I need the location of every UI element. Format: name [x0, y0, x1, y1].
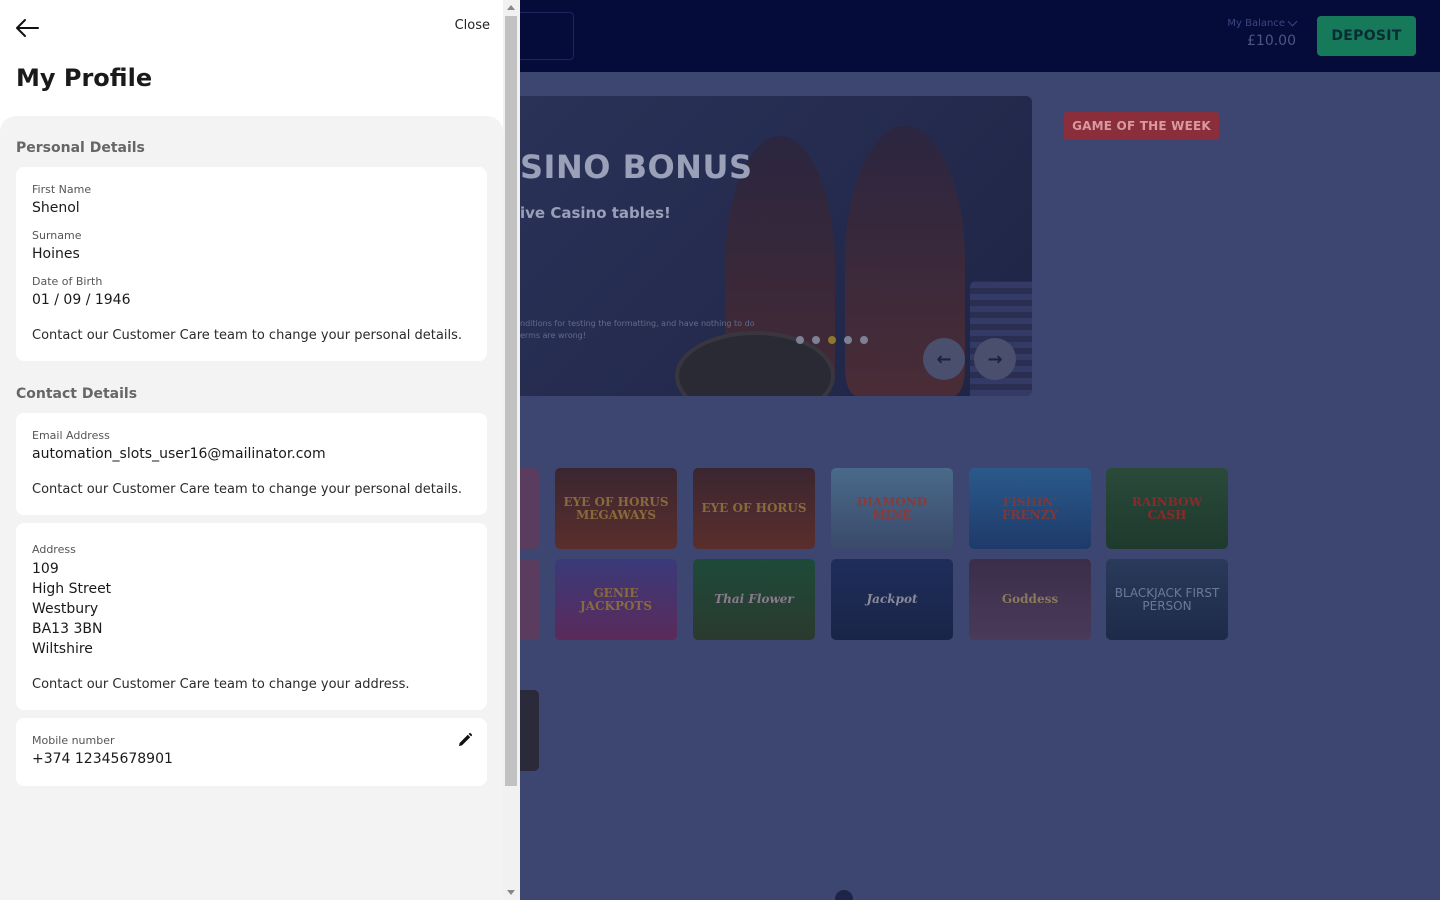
carousel-dot[interactable] — [860, 336, 868, 344]
address-line: Wiltshire — [32, 641, 93, 657]
carousel-dots — [796, 336, 868, 344]
mobile-card: Mobile number +374 12345678901 — [16, 718, 487, 786]
carousel-dot-active[interactable] — [828, 336, 836, 344]
address-line: BA13 3BN — [32, 621, 103, 637]
balance-widget[interactable]: My Balance £10.00 — [1222, 16, 1298, 49]
first-name-value: Shenol — [32, 200, 80, 216]
address-label: Address — [32, 543, 76, 556]
game-tile-label: DIAMOND MINE — [856, 494, 928, 522]
pencil-icon — [459, 732, 473, 746]
game-tile[interactable]: Thai Flower — [693, 559, 815, 640]
address-line: Westbury — [32, 601, 99, 617]
first-name-label: First Name — [32, 183, 92, 196]
game-tile[interactable]: Jackpot — [831, 559, 953, 640]
address-note: Contact our Customer Care team to change… — [32, 677, 410, 692]
contact-details-heading: Contact Details — [16, 386, 138, 402]
game-tile-label: EYE OF HORUS — [701, 501, 807, 515]
mobile-value: +374 12345678901 — [32, 751, 173, 767]
game-tile[interactable]: FISHIN' FRENZY — [969, 468, 1091, 549]
chevron-down-icon — [1287, 16, 1298, 27]
game-tile-label: FISHIN' FRENZY — [1002, 494, 1058, 522]
mobile-label: Mobile number — [32, 734, 115, 747]
game-tile[interactable]: Goddess — [969, 559, 1091, 640]
game-tile[interactable]: RAINBOW CASH — [1106, 468, 1228, 549]
arrow-left-icon: ← — [936, 348, 952, 370]
game-tile-label: RAINBOW CASH — [1131, 494, 1203, 522]
banner-prev-button[interactable]: ← — [923, 338, 965, 380]
drawer-scrollbar[interactable] — [503, 0, 520, 900]
info-icon[interactable] — [835, 890, 853, 900]
arrow-left-icon — [16, 19, 39, 37]
page-title: My Profile — [16, 64, 153, 92]
scrollbar-thumb[interactable] — [505, 16, 517, 786]
carousel-dot[interactable] — [812, 336, 820, 344]
game-tile-label: Jackpot — [866, 592, 918, 606]
edit-mobile-button[interactable] — [457, 732, 473, 748]
address-card: Address 109 High Street Westbury BA13 3B… — [16, 523, 487, 710]
address-line: 109 — [32, 561, 59, 577]
dob-value: 01 / 09 / 1946 — [32, 292, 131, 308]
personal-details-card: First Name Shenol Surname Hoines Date of… — [16, 167, 487, 361]
carousel-dot[interactable] — [796, 336, 804, 344]
email-value: automation_slots_user16@mailinator.com — [32, 446, 326, 462]
drawer-content: Personal Details First Name Shenol Surna… — [0, 116, 503, 900]
carousel-dot[interactable] — [844, 336, 852, 344]
game-tile[interactable]: GENIE JACKPOTS — [555, 559, 677, 640]
close-button[interactable]: Close — [440, 18, 490, 33]
email-label: Email Address — [32, 429, 110, 442]
surname-label: Surname — [32, 229, 82, 242]
email-note: Contact our Customer Care team to change… — [32, 482, 462, 497]
game-tile-label: Goddess — [1001, 592, 1059, 606]
personal-details-note: Contact our Customer Care team to change… — [32, 328, 462, 343]
banner-next-button[interactable]: → — [974, 338, 1016, 380]
game-tile[interactable]: EYE OF HORUS — [693, 468, 815, 549]
arrow-right-icon: → — [987, 348, 1003, 370]
scroll-up-icon[interactable] — [507, 5, 515, 10]
dob-label: Date of Birth — [32, 275, 103, 288]
address-line: High Street — [32, 581, 112, 597]
game-tile-label: EYE OF HORUS MEGAWAYS — [563, 494, 669, 522]
surname-value: Hoines — [32, 246, 80, 262]
balance-amount: £10.00 — [1247, 33, 1296, 49]
back-button[interactable] — [14, 16, 40, 40]
banner-fine-print: nditions for testing the formatting, and… — [520, 319, 755, 340]
profile-drawer: Close My Profile Personal Details First … — [0, 0, 520, 900]
deposit-button[interactable]: DEPOSIT — [1317, 16, 1416, 56]
drawer-header: Close My Profile — [0, 0, 520, 116]
game-of-the-week-badge: GAME OF THE WEEK — [1064, 112, 1219, 140]
game-tile-label: BLACKJACK FIRST PERSON — [1114, 585, 1220, 613]
game-tile-label: Thai Flower — [714, 592, 794, 606]
game-tile[interactable]: EYE OF HORUS MEGAWAYS — [555, 468, 677, 549]
personal-details-heading: Personal Details — [16, 140, 145, 156]
banner-title: SINO BONUS — [520, 148, 753, 186]
balance-label: My Balance — [1227, 18, 1285, 29]
game-tile[interactable]: BLACKJACK FIRST PERSON — [1106, 559, 1228, 640]
email-card: Email Address automation_slots_user16@ma… — [16, 413, 487, 515]
game-tile-label: GENIE JACKPOTS — [579, 585, 653, 613]
scroll-down-icon[interactable] — [507, 890, 515, 895]
game-tile[interactable]: DIAMOND MINE — [831, 468, 953, 549]
banner-subtitle: ive Casino tables! — [520, 204, 671, 222]
